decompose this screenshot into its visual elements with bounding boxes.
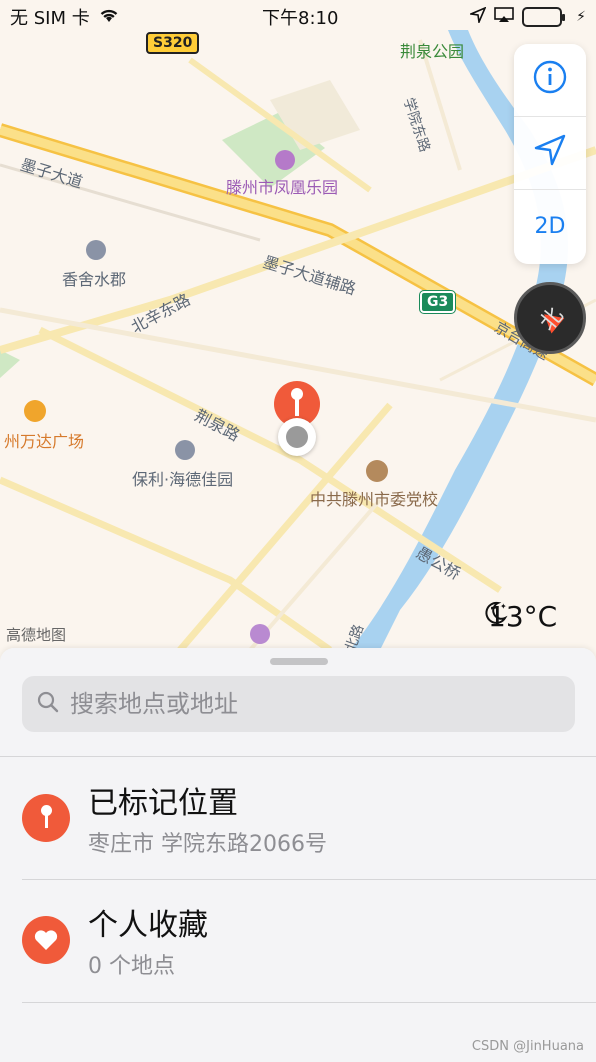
highway-badge-s320: S320 — [146, 32, 200, 54]
map-mode-label: 2D — [534, 214, 566, 239]
divider-middle — [22, 879, 596, 880]
poi-jingquan-park[interactable]: 荆泉公园 — [400, 38, 464, 62]
compass-label: 北 — [535, 303, 569, 337]
school-icon — [366, 460, 388, 482]
compass-button[interactable]: 北 — [514, 282, 586, 354]
poi-poly[interactable]: 保利·海德佳园 — [132, 466, 233, 490]
list-item-favorites[interactable]: 个人收藏 0 个地点 — [22, 890, 582, 990]
marked-location-subtitle: 枣庄市 学院东路2066号 — [88, 832, 327, 857]
status-bar: 无 SIM 卡 下午8:10 ⚡ — [0, 0, 596, 34]
wifi-icon — [98, 7, 120, 28]
locate-button[interactable] — [514, 117, 586, 190]
favorites-title: 个人收藏 — [88, 908, 208, 943]
search-bar[interactable] — [22, 676, 575, 732]
heart-icon — [22, 916, 70, 964]
search-icon — [36, 690, 60, 718]
park-area-left — [0, 350, 20, 378]
user-location-dot — [278, 418, 316, 456]
status-right: ⚡ — [468, 5, 586, 28]
status-left: 无 SIM 卡 — [10, 4, 120, 30]
poi-xiangshe[interactable]: 香舍水郡 — [62, 266, 126, 290]
bottom-sheet[interactable]: 已标记位置 枣庄市 学院东路2066号 个人收藏 0 个地点 CSDN @Jin… — [0, 648, 596, 1062]
residential-icon-2 — [175, 440, 195, 460]
location-arrow-icon — [533, 133, 567, 173]
sheet-grabber[interactable] — [270, 658, 328, 665]
highway-badge-g3: G3 — [418, 290, 457, 314]
watermark: CSDN @JinHuana — [471, 1039, 584, 1054]
list-item-marked-location[interactable]: 已标记位置 枣庄市 学院东路2066号 — [22, 768, 582, 868]
amap-logo: 高德地图 — [6, 626, 67, 644]
divider-top — [0, 756, 596, 757]
status-time: 下午8:10 — [262, 8, 339, 29]
park-icon — [275, 150, 295, 170]
airplay-icon — [494, 6, 514, 28]
info-icon — [532, 59, 568, 101]
hotel-icon — [250, 624, 270, 644]
poi-phoenix-park[interactable]: 滕州市凤凰乐园 — [226, 174, 338, 198]
favorites-subtitle: 0 个地点 — [88, 954, 175, 979]
divider-bottom — [22, 1002, 596, 1003]
svg-text:✦: ✦ — [500, 602, 507, 611]
poi-wanda[interactable]: 州万达广场 — [4, 428, 84, 452]
charging-bolt-icon: ⚡ — [576, 9, 586, 25]
info-button[interactable] — [514, 44, 586, 117]
mall-icon — [24, 400, 46, 422]
search-input[interactable] — [70, 690, 550, 718]
map-mode-button[interactable]: 2D — [514, 190, 586, 263]
location-arrow-icon — [468, 5, 487, 28]
marked-location-title: 已标记位置 — [88, 786, 238, 821]
map-view[interactable]: S320 G3 荆泉公园 学院东路 墨子大道 滕州市凤凰乐园 香舍水郡 墨子大道… — [0, 0, 596, 650]
map-controls: 2D — [514, 44, 586, 264]
residential-icon — [86, 240, 106, 260]
pin-icon — [22, 794, 70, 842]
carrier-label: 无 SIM 卡 — [10, 8, 90, 29]
poi-party-school[interactable]: 中共滕州市委党校 — [310, 486, 438, 510]
battery-icon — [522, 7, 566, 27]
weather-widget: ✦ 13°C — [482, 600, 557, 633]
